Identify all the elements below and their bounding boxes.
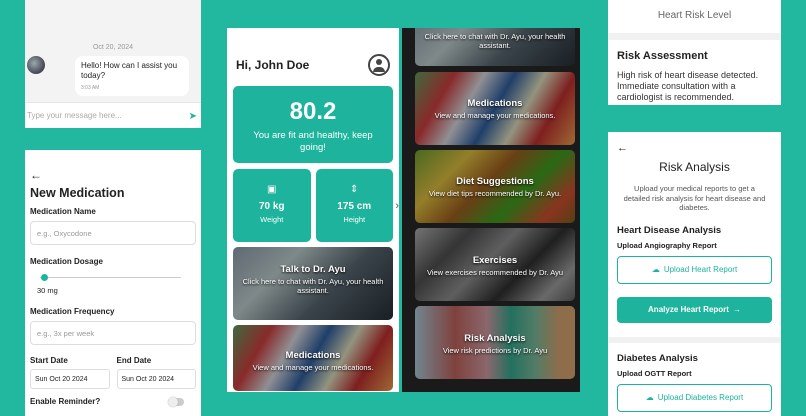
cloud-upload-icon: ☁ [651, 265, 660, 274]
button-label: Upload Diabetes Report [657, 393, 744, 402]
start-date-label: Start Date [30, 356, 68, 365]
medication-name-input[interactable]: e.g., Oxycodone [30, 221, 196, 245]
weight-label: Weight [260, 215, 284, 224]
tile-subtitle: View risk predictions by Dr. Ayu [442, 346, 548, 355]
analyze-heart-report-button[interactable]: Analyze Heart Report → [617, 296, 772, 323]
heart-risk-panel: Heart Risk Level Risk Assessment High ri… [608, 0, 781, 105]
dosage-value: 30 mg [37, 286, 58, 295]
home-header: Hi, John Doe [233, 28, 393, 82]
button-label: Upload Heart Report [663, 265, 738, 274]
health-score-card: 80.2 You are fit and healthy, keep going… [233, 86, 393, 163]
medications-tile[interactable]: Medications View and manage your medicat… [233, 325, 393, 391]
back-arrow-icon[interactable]: ← [617, 142, 772, 154]
end-date-label: End Date [116, 356, 152, 365]
chevron-right-icon[interactable]: › [395, 200, 399, 212]
page-title: Risk Analysis [659, 160, 730, 174]
chat-bubble: Hello! How can I assist you today? 3:03 … [75, 56, 189, 96]
tile-subtitle: View diet tips recommended by Dr. Ayu. [428, 189, 562, 198]
risk-assessment-text: High risk of heart disease detected. Imm… [617, 70, 759, 102]
tile-subtitle: View and manage your medications. [434, 111, 556, 120]
profile-icon[interactable] [368, 54, 390, 76]
reminder-label: Enable Reminder? [30, 397, 101, 406]
chat-date: Oct 20, 2024 [92, 44, 134, 51]
divider [608, 336, 781, 343]
new-medication-panel: ← New Medication Medication Name e.g., O… [25, 150, 201, 416]
start-date-field[interactable]: Sun Oct 20 2024 [30, 369, 110, 389]
slider-thumb[interactable] [41, 274, 48, 281]
medications-tile[interactable]: Medications View and manage your medicat… [415, 72, 575, 145]
medication-dosage-label: Medication Dosage [30, 257, 103, 266]
date-row: Start Date Sun Oct 20 2024 End Date Sun … [30, 345, 196, 389]
stats-row: ▣ 70 kg Weight ⇕ 175 cm Height [233, 169, 393, 242]
height-value: 175 cm [337, 201, 372, 212]
tile-title: Talk to Dr. Ayu [280, 264, 346, 275]
diet-suggestions-tile[interactable]: Diet Suggestions View diet tips recommen… [415, 150, 575, 223]
diabetes-analysis-title: Diabetes Analysis [617, 352, 698, 364]
divider [608, 33, 781, 40]
end-date-field[interactable]: Sun Oct 20 2024 [116, 369, 196, 389]
risk-analysis-panel: ← Risk Analysis Upload your medical repo… [608, 132, 781, 416]
back-arrow-icon[interactable]: ← [30, 168, 196, 182]
upload-heart-report-button[interactable]: ☁ Upload Heart Report [617, 255, 772, 284]
heart-risk-level-label: Heart Risk Level [657, 10, 732, 21]
risk-assessment-title: Risk Assessment [617, 50, 708, 62]
chat-input[interactable]: Type your message here... [25, 102, 201, 128]
scale-icon: ▣ [267, 184, 277, 195]
intro-text: Upload your medical reports to get a det… [623, 184, 766, 212]
heart-analysis-title: Heart Disease Analysis [617, 224, 722, 236]
medication-frequency-label: Medication Frequency [30, 307, 115, 316]
height-label: Height [343, 215, 366, 224]
greeting: Hi, John Doe [236, 58, 310, 72]
tile-title: Risk Analysis [464, 333, 526, 344]
tile-title: Medications [467, 98, 523, 109]
health-score: 80.2 [289, 98, 337, 125]
home-panel: Hi, John Doe 80.2 You are fit and health… [227, 28, 399, 392]
weight-value: 70 kg [258, 201, 285, 212]
page-title: New Medication [30, 186, 125, 200]
talk-to-doctor-tile[interactable]: Talk to Dr. Ayu Click here to chat with … [233, 247, 393, 320]
weight-card[interactable]: ▣ 70 kg Weight [233, 169, 311, 242]
tile-subtitle: View exercises recommended by Dr. Ayu [426, 268, 564, 277]
tiles-column: Click here to chat with Dr. Ayu, your he… [415, 28, 575, 392]
reminder-toggle[interactable] [168, 396, 184, 407]
risk-analysis-tile[interactable]: Risk Analysis View risk predictions by D… [415, 306, 575, 379]
tile-title: Diet Suggestions [456, 176, 534, 187]
tile-subtitle: Click here to chat with Dr. Ayu, your he… [424, 32, 566, 50]
medication-name-label: Medication Name [30, 207, 96, 216]
height-card[interactable]: ⇕ 175 cm Height [315, 169, 393, 242]
reminder-row: Enable Reminder? [30, 396, 196, 407]
chat-panel: Oct 20, 2024 Hello! How can I assist you… [25, 0, 201, 128]
height-icon: ⇕ [350, 184, 359, 195]
tile-subtitle: Click here to chat with Dr. Ayu, your he… [242, 277, 384, 295]
cloud-upload-icon: ☁ [645, 393, 654, 402]
diabetes-upload-label: Upload OGTT Report [617, 368, 692, 378]
tile-title: Exercises [472, 255, 518, 266]
chat-message: Hello! How can I assist you today? [81, 61, 178, 80]
assistant-avatar [27, 56, 45, 74]
dosage-slider[interactable] [30, 272, 196, 284]
send-icon[interactable]: ➤ [189, 111, 197, 122]
tile-subtitle: View and manage your medications. [252, 363, 374, 372]
slider-track [40, 277, 181, 278]
upload-diabetes-report-button[interactable]: ☁ Upload Diabetes Report [617, 383, 772, 412]
tiles-list-panel: Click here to chat with Dr. Ayu, your he… [402, 28, 580, 392]
button-label: Analyze Heart Report [648, 305, 729, 314]
exercises-tile[interactable]: Exercises View exercises recommended by … [415, 228, 575, 301]
arrow-right-icon: → [732, 305, 741, 314]
health-score-message: You are fit and healthy, keep going! [253, 130, 373, 153]
chat-time: 3:03 AM [81, 85, 100, 91]
heart-upload-label: Upload Angiography Report [617, 240, 717, 250]
medication-frequency-input[interactable]: e.g., 3x per week [30, 321, 196, 345]
tile-title: Medications [285, 350, 341, 361]
talk-to-doctor-tile[interactable]: Click here to chat with Dr. Ayu, your he… [415, 28, 575, 66]
